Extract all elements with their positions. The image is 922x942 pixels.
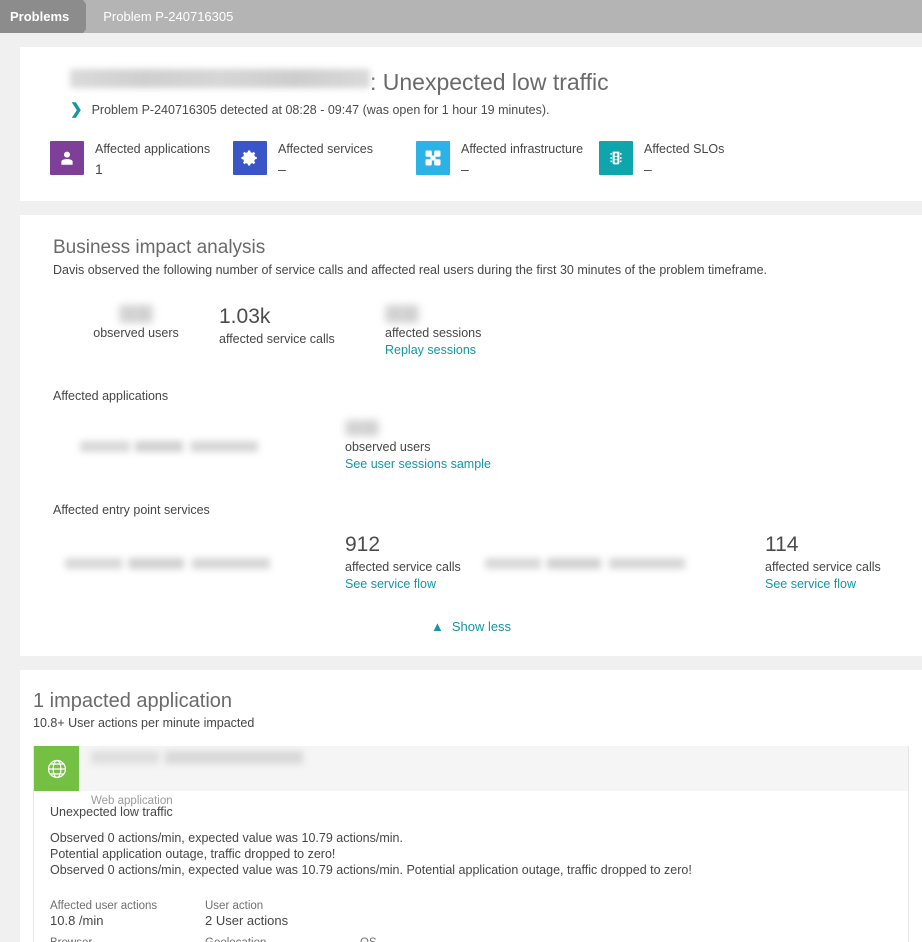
metric-observed-users: observed users — [53, 305, 219, 359]
affected-application-observed-users-value — [345, 420, 379, 436]
meta-empty — [360, 900, 515, 928]
show-less-container: ▲ Show less — [20, 619, 922, 634]
business-impact-card: Business impact analysis Davis observed … — [20, 215, 922, 656]
affected-slos-tile[interactable]: Affected SLOs – — [599, 141, 724, 179]
business-impact-subtitle: Davis observed the following number of s… — [20, 263, 922, 277]
meta-user-action-value: 2 User actions — [205, 913, 360, 928]
application-panel-header[interactable]: TheSource (SC CMS_PRODUCTION) Web applic… — [34, 746, 908, 791]
meta-geolocation: Geolocation All — [205, 937, 360, 942]
affected-applications-label: Affected applications — [95, 141, 210, 158]
meta-browser: Browser All — [50, 937, 205, 942]
meta-affected-user-actions: Affected user actions 10.8 /min — [50, 900, 205, 928]
affected-services-value: – — [278, 160, 373, 179]
metric-affected-service-calls-label: affected service calls — [219, 332, 385, 346]
problem-title-suffix: : Unexpected low traffic — [370, 69, 609, 96]
event-line-1: Potential application outage, traffic dr… — [50, 846, 892, 862]
impacted-application-title: 1 impacted application — [20, 690, 922, 713]
breadcrumb-item-current[interactable]: Problem P-240716305 — [97, 0, 233, 33]
event-line-2: Observed 0 actions/min, expected value w… — [50, 862, 892, 878]
affected-infrastructure-tile[interactable]: Affected infrastructure – — [416, 141, 599, 179]
affected-application-observed-users-label: observed users — [345, 440, 491, 454]
meta-user-action-key: User action — [205, 900, 360, 912]
application-panel-body: Unexpected low traffic Observed 0 action… — [34, 791, 908, 942]
affected-infrastructure-label: Affected infrastructure — [461, 141, 583, 158]
affected-services-tile[interactable]: Affected services – — [233, 141, 416, 179]
affected-applications-value: 1 — [95, 160, 210, 179]
problem-title-entity-redacted: TheSource (SC CMS_PRODUCTION) — [70, 69, 370, 88]
business-impact-metrics: observed users 1.03k affected service ca… — [20, 305, 922, 359]
entry-point-service-1-metrics: 114 affected service calls See service f… — [765, 533, 881, 593]
entry-point-service-0-name-redacted: com.sitidpr - att.cc.cont - detailpg.BFF — [65, 558, 270, 569]
breadcrumb-problems-label: Problems — [10, 9, 69, 24]
show-less-label: Show less — [452, 619, 511, 634]
metric-affected-sessions: affected sessions Replay sessions — [385, 305, 481, 359]
breadcrumb-item-problems[interactable]: Problems — [0, 0, 83, 33]
gear-icon — [233, 141, 267, 175]
meta-user-action: User action 2 User actions — [205, 900, 360, 928]
affected-application-metrics: observed users See user sessions sample — [345, 419, 491, 473]
affected-slos-value: – — [644, 160, 724, 179]
metric-affected-service-calls: 1.03k affected service calls — [219, 305, 385, 359]
breadcrumb: Problems Problem P-240716305 — [0, 0, 922, 33]
entry-point-service-0-flow-link[interactable]: See service flow — [345, 577, 436, 591]
affected-slos-label: Affected SLOs — [644, 141, 724, 158]
affected-applications-tile[interactable]: Affected applications 1 — [50, 141, 233, 179]
infrastructure-icon — [416, 141, 450, 175]
application-metadata-grid: Affected user actions 10.8 /min User act… — [50, 900, 892, 942]
affected-summary-row: Affected applications 1 Affected service… — [20, 141, 922, 179]
meta-affected-user-actions-key: Affected user actions — [50, 900, 205, 912]
metric-affected-sessions-label: affected sessions — [385, 326, 481, 340]
meta-os: OS All — [360, 937, 515, 942]
application-name-redacted: TheSource (SC CMS_PRODUCTION) — [91, 751, 303, 764]
event-details: Observed 0 actions/min, expected value w… — [50, 830, 892, 878]
see-user-sessions-sample-link[interactable]: See user sessions sample — [345, 457, 491, 471]
application-panel: TheSource (SC CMS_PRODUCTION) Web applic… — [33, 746, 909, 942]
business-impact-title: Business impact analysis — [20, 237, 922, 259]
breadcrumb-separator-inner — [86, 0, 97, 33]
meta-affected-user-actions-value: 10.8 /min — [50, 913, 205, 928]
meta-os-key: OS — [360, 937, 515, 942]
affected-services-label: Affected services — [278, 141, 373, 158]
entry-point-service-1-label: affected service calls — [765, 560, 881, 574]
meta-browser-key: Browser — [50, 937, 205, 942]
chevron-up-icon: ▲ — [431, 620, 444, 633]
metric-observed-users-label: observed users — [53, 326, 219, 340]
metric-affected-sessions-value — [385, 305, 419, 323]
breadcrumb-current-label: Problem P-240716305 — [103, 9, 233, 24]
entry-point-service-1-value: 114 — [765, 533, 881, 557]
metric-affected-service-calls-value: 1.03k — [219, 305, 385, 329]
globe-icon — [34, 746, 79, 791]
affected-application-name-redacted: TheSource (SC CMS_PRODUCTION) — [80, 441, 258, 452]
entry-point-service-1-name-redacted: GPS Loading - CMS_PRODUCTION — [485, 558, 685, 569]
entry-point-service-0-label: affected service calls — [345, 560, 485, 574]
impacted-application-subtitle: 10.8+ User actions per minute impacted — [20, 716, 922, 730]
impacted-application-card: 1 impacted application 10.8+ User action… — [20, 670, 922, 942]
affected-application-row: TheSource (SC CMS_PRODUCTION) observed u… — [20, 419, 922, 473]
affected-entry-point-services-row: com.sitidpr - att.cc.cont - detailpg.BFF… — [20, 533, 922, 593]
replay-sessions-link[interactable]: Replay sessions — [385, 343, 476, 357]
metric-observed-users-value — [119, 305, 153, 323]
problem-header-card: TheSource (SC CMS_PRODUCTION) : Unexpect… — [20, 47, 922, 201]
user-icon — [50, 141, 84, 175]
entry-point-service-1-flow-link[interactable]: See service flow — [765, 577, 856, 591]
event-line-0: Observed 0 actions/min, expected value w… — [50, 830, 892, 846]
affected-entry-point-services-heading: Affected entry point services — [20, 503, 922, 517]
show-less-button[interactable]: ▲ Show less — [431, 619, 511, 634]
meta-geolocation-key: Geolocation — [205, 937, 360, 942]
affected-infrastructure-value: – — [461, 160, 583, 179]
affected-applications-heading: Affected applications — [20, 389, 922, 403]
page-title: TheSource (SC CMS_PRODUCTION) : Unexpect… — [20, 69, 922, 96]
entry-point-service-0-value: 912 — [345, 533, 485, 557]
traffic-light-icon — [599, 141, 633, 175]
entry-point-service-0-metrics: 912 affected service calls See service f… — [345, 533, 485, 593]
